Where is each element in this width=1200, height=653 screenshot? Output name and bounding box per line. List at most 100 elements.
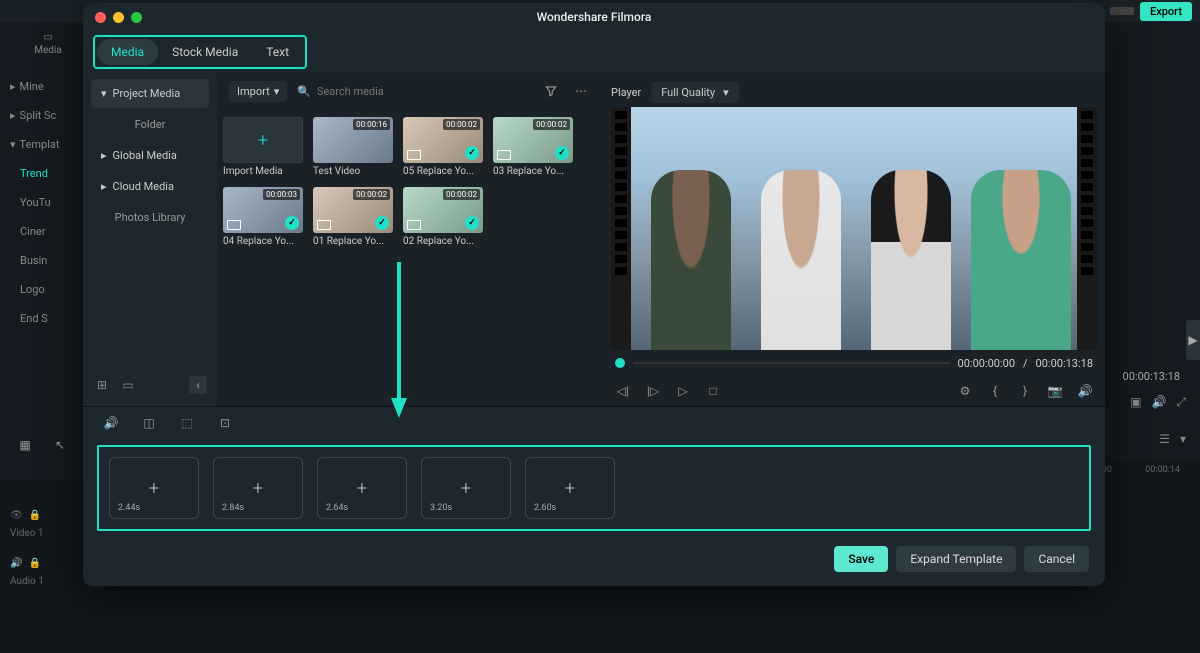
media-item[interactable]: 00:00:02✓ 03 Replace Yo... xyxy=(493,117,573,177)
bg-left-item[interactable]: ▾Templat xyxy=(0,130,80,159)
media-item[interactable]: 00:00:02✓ 05 Replace Yo... xyxy=(403,117,483,177)
transform-icon[interactable]: ◫ xyxy=(139,413,159,433)
new-folder-icon[interactable]: ⊞ xyxy=(93,376,111,394)
bg-left-item[interactable]: End S xyxy=(0,304,80,333)
pointer-icon[interactable]: ↖ xyxy=(50,435,70,455)
expand-panel-tab[interactable]: ▶ xyxy=(1186,320,1200,360)
slot-duration: 2.84s xyxy=(222,503,244,513)
camera-icon[interactable]: 📷 xyxy=(1047,383,1063,399)
menu-icon[interactable]: ▾ xyxy=(1180,432,1186,446)
tab-text[interactable]: Text xyxy=(252,39,303,65)
snapshot-icon[interactable]: ▣ xyxy=(1130,395,1141,410)
expand-template-button[interactable]: Expand Template xyxy=(896,546,1016,572)
nav-folder[interactable]: Folder xyxy=(91,110,209,139)
template-slot[interactable]: +2.84s xyxy=(213,457,303,519)
nav-cloud-media[interactable]: ▸Cloud Media xyxy=(91,172,209,201)
nav-photos-library[interactable]: Photos Library xyxy=(91,203,209,232)
bg-header-slider xyxy=(1110,7,1134,15)
search-input[interactable] xyxy=(317,85,531,98)
lock-icon[interactable]: 🔒 xyxy=(28,558,40,569)
template-slot[interactable]: +2.64s xyxy=(317,457,407,519)
maximize-window-button[interactable] xyxy=(131,12,142,23)
total-time: 00:00:13:18 xyxy=(1036,357,1093,370)
video-preview[interactable] xyxy=(611,107,1097,350)
list-view-icon[interactable]: ☰ xyxy=(1159,432,1170,446)
grid-icon[interactable]: ▦ xyxy=(15,435,35,455)
play-icon[interactable]: ▷ xyxy=(675,383,691,399)
prev-frame-icon[interactable]: |▷ xyxy=(645,383,661,399)
top-tabs: Media Stock Media Text xyxy=(83,31,1105,73)
more-icon[interactable]: ⋯ xyxy=(571,81,591,101)
bg-left-item[interactable]: Busin xyxy=(0,246,80,275)
template-icon xyxy=(227,220,241,230)
crop-icon[interactable]: ⬚ xyxy=(177,413,197,433)
template-slot[interactable]: +3.20s xyxy=(421,457,511,519)
import-dropdown[interactable]: Import ▾ xyxy=(229,81,287,102)
template-editor-modal: Wondershare Filmora Media Stock Media Te… xyxy=(83,3,1105,586)
template-slot[interactable]: +2.44s xyxy=(109,457,199,519)
duration-badge: 00:00:02 xyxy=(353,189,390,200)
media-item[interactable]: 00:00:16 Test Video xyxy=(313,117,393,177)
bg-left-item[interactable]: Logo xyxy=(0,275,80,304)
slot-row-highlight: +2.44s +2.84s +2.64s +3.20s +2.60s xyxy=(97,445,1091,531)
fit-icon[interactable]: ⊡ xyxy=(215,413,235,433)
eye-icon[interactable]: 👁 xyxy=(10,510,23,521)
bg-left-item[interactable]: Ciner xyxy=(0,217,80,246)
export-button[interactable]: Export xyxy=(1140,2,1192,21)
speaker-icon[interactable]: 🔊 xyxy=(10,558,22,569)
nav-global-media[interactable]: ▸Global Media xyxy=(91,141,209,170)
stop-icon[interactable]: □ xyxy=(705,383,721,399)
minimize-window-button[interactable] xyxy=(113,12,124,23)
template-slot[interactable]: +2.60s xyxy=(525,457,615,519)
media-label: 02 Replace Yo... xyxy=(403,236,483,247)
scrub-track[interactable] xyxy=(633,362,950,364)
plus-icon: + xyxy=(565,478,575,499)
template-icon xyxy=(407,220,421,230)
tab-media[interactable]: Media xyxy=(97,39,158,65)
scrubber[interactable]: 00:00:00:00 / 00:00:13:18 xyxy=(611,350,1097,376)
folder-icon[interactable]: ▭ xyxy=(119,376,137,394)
duration-badge: 00:00:02 xyxy=(533,119,570,130)
playhead[interactable] xyxy=(615,358,625,368)
video-track-label[interactable]: 👁 🔒 xyxy=(10,510,80,521)
template-icon xyxy=(407,150,421,160)
slot-duration: 3.20s xyxy=(430,503,452,513)
bg-left-item[interactable]: ▸Split Sc xyxy=(0,101,80,130)
window-title: Wondershare Filmora xyxy=(83,10,1105,24)
volume-icon[interactable]: 🔊 xyxy=(1077,383,1093,399)
media-item[interactable]: 00:00:02✓ 01 Replace Yo... xyxy=(313,187,393,247)
volume-icon[interactable]: 🔊 xyxy=(1151,395,1166,410)
nav-project-media[interactable]: ▾Project Media xyxy=(91,79,209,108)
tab-stock-media[interactable]: Stock Media xyxy=(158,39,252,65)
plus-icon: + xyxy=(357,478,367,499)
settings-icon[interactable]: ⚙ xyxy=(957,383,973,399)
time-separator: / xyxy=(1023,357,1028,370)
bracket-left-icon[interactable]: { xyxy=(987,383,1003,399)
quality-dropdown[interactable]: Full Quality ▾ xyxy=(651,82,738,103)
fullscreen-icon[interactable]: ⤢ xyxy=(1176,395,1186,410)
video-frame xyxy=(631,107,1077,350)
close-window-button[interactable] xyxy=(95,12,106,23)
bg-left-item[interactable]: Trend xyxy=(0,159,80,188)
cancel-button[interactable]: Cancel xyxy=(1024,546,1089,572)
media-label: Test Video xyxy=(313,166,393,177)
media-label: 05 Replace Yo... xyxy=(403,166,483,177)
bg-total-time: 00:00:13:18 xyxy=(1123,370,1180,383)
filter-icon[interactable] xyxy=(541,81,561,101)
player-label: Player xyxy=(611,86,641,99)
media-item[interactable]: 00:00:02✓ 02 Replace Yo... xyxy=(403,187,483,247)
save-button[interactable]: Save xyxy=(834,546,888,572)
bg-media-tab[interactable]: ▭ Media xyxy=(28,32,68,56)
media-item[interactable]: 00:00:03✓ 04 Replace Yo... xyxy=(223,187,303,247)
audio-icon[interactable]: 🔊 xyxy=(101,413,121,433)
step-back-icon[interactable]: ◁| xyxy=(615,383,631,399)
media-browser: Import ▾ 🔍 ⋯ + Import Media 00:0 xyxy=(217,73,603,406)
collapse-panel-button[interactable]: ‹ xyxy=(189,376,207,394)
bracket-right-icon[interactable]: } xyxy=(1017,383,1033,399)
check-icon: ✓ xyxy=(285,216,299,230)
bg-left-item[interactable]: ▸Mine xyxy=(0,72,80,101)
lock-icon[interactable]: 🔒 xyxy=(29,510,41,521)
bg-left-item[interactable]: YouTu xyxy=(0,188,80,217)
import-media-tile[interactable]: + Import Media xyxy=(223,117,303,177)
audio-track-label[interactable]: 🔊 🔒 xyxy=(10,558,80,569)
